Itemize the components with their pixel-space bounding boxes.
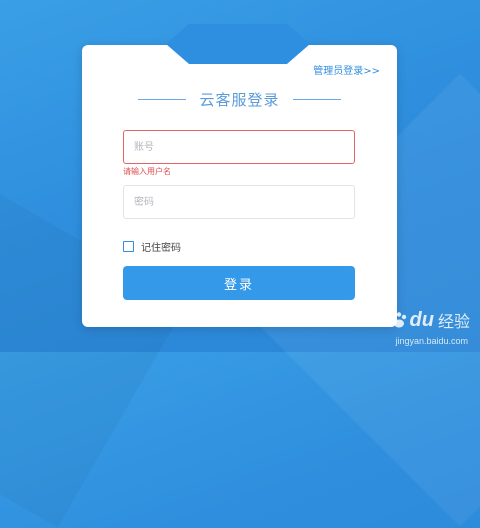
remember-password-label: 记住密码 xyxy=(141,243,181,254)
watermark-logo-text: Bai xyxy=(356,308,388,331)
watermark-logo-cn: 经验 xyxy=(437,314,470,331)
title-row: 云客服登录 xyxy=(82,89,397,109)
username-input[interactable] xyxy=(123,130,355,164)
page-title: 云客服登录 xyxy=(199,90,280,109)
password-input[interactable] xyxy=(123,185,355,219)
card-header-tab xyxy=(166,24,310,64)
watermark-url: jingyan.baidu.com xyxy=(395,336,468,346)
paw-icon xyxy=(391,312,406,328)
login-button[interactable]: 登录 xyxy=(123,266,355,300)
baidu-jingyan-watermark: Bai du 经验 xyxy=(356,308,470,332)
login-card: 管理员登录>> 云客服登录 请输入用户名 记住密码 登录 xyxy=(82,45,397,327)
remember-password-checkbox[interactable] xyxy=(123,241,134,252)
title-divider-right xyxy=(292,98,341,100)
admin-login-link[interactable]: 管理员登录>> xyxy=(313,62,380,77)
remember-password-toggle[interactable]: 记住密码 xyxy=(123,239,181,254)
title-divider-left xyxy=(138,98,187,100)
watermark-logo-text: du xyxy=(409,308,434,331)
username-error-message: 请输入用户名 xyxy=(123,167,171,176)
